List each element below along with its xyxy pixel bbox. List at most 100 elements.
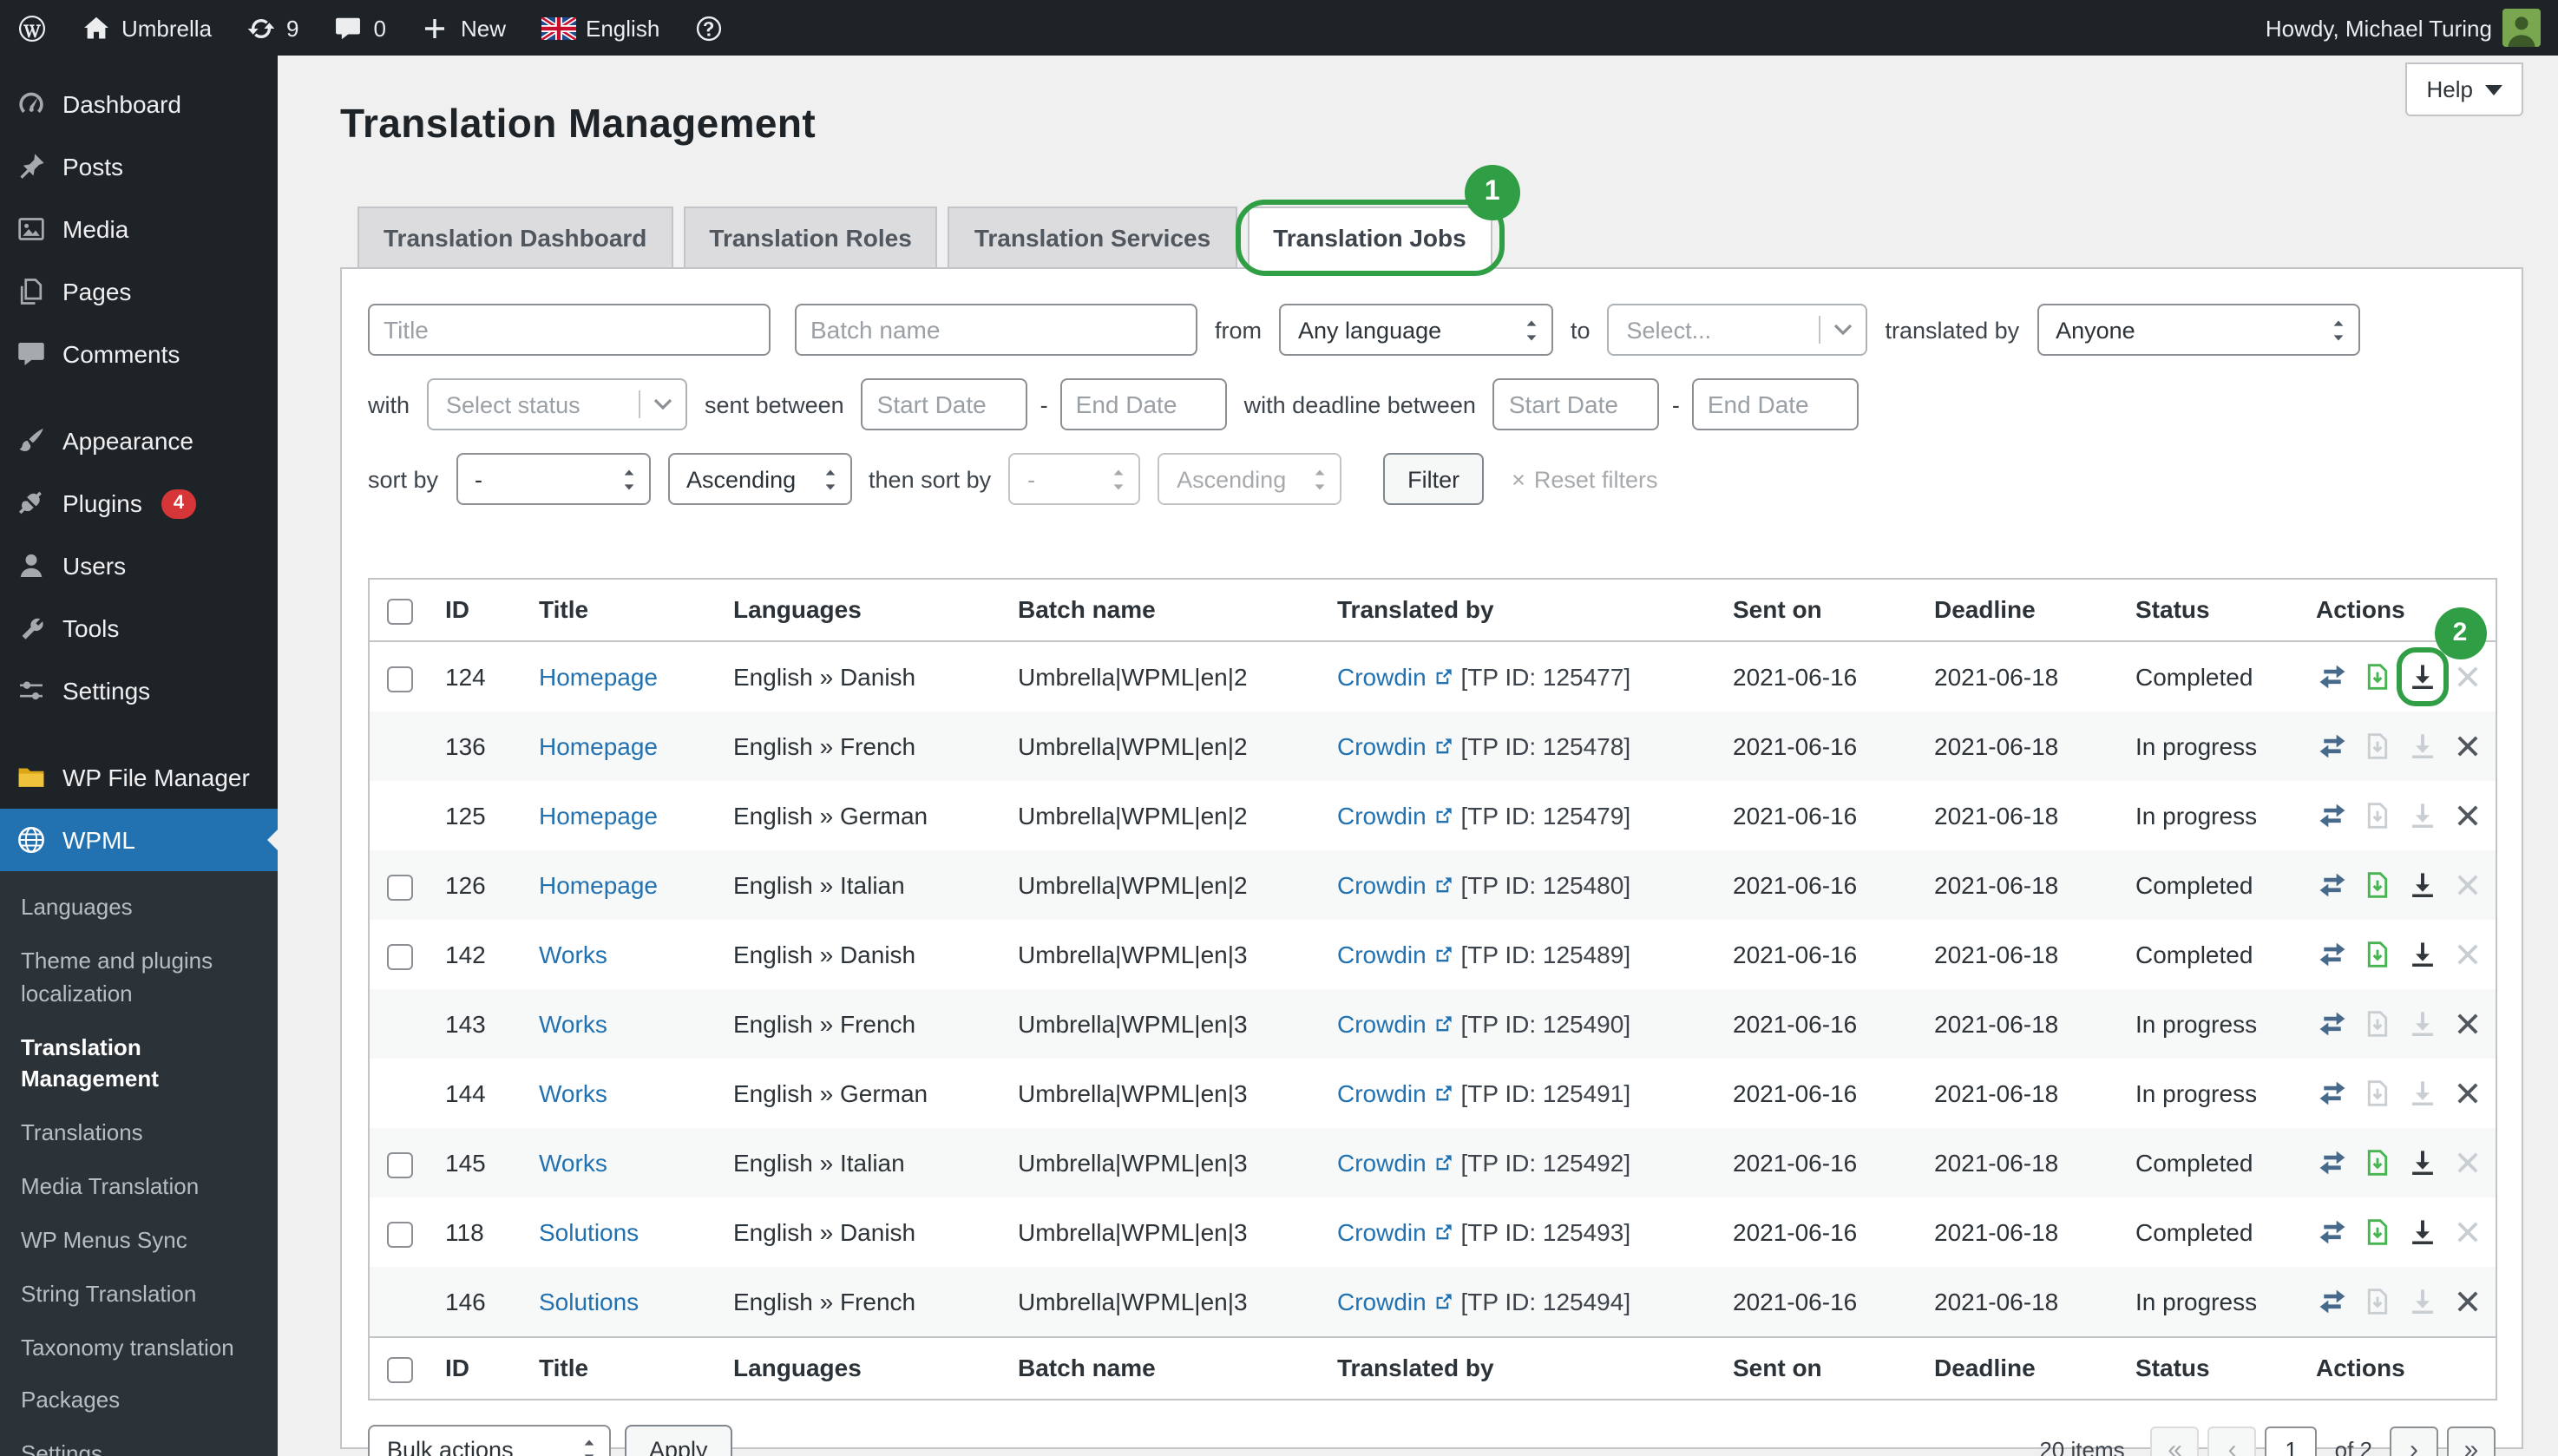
download-icon[interactable] (2406, 939, 2437, 970)
swap-icon[interactable] (2316, 1078, 2347, 1109)
account-menu[interactable]: Howdy, Michael Turing (2248, 0, 2558, 56)
sidebar-item-users[interactable]: Users (0, 535, 278, 597)
swap-icon[interactable] (2316, 869, 2347, 901)
help-button[interactable]: Help (2406, 62, 2524, 116)
next-page-button[interactable]: › (2390, 1426, 2438, 1456)
cancel-icon[interactable] (2451, 1286, 2483, 1317)
xliff-icon[interactable] (2361, 939, 2392, 970)
translated-by-select[interactable]: Anyone (2037, 304, 2359, 356)
translator-link[interactable]: Crowdin (1337, 663, 1427, 691)
cancel-icon[interactable] (2451, 1217, 2483, 1248)
filter-button[interactable]: Filter (1383, 453, 1484, 505)
sidebar-item-tools[interactable]: Tools (0, 597, 278, 659)
download-icon[interactable] (2406, 1147, 2437, 1178)
xliff-icon[interactable] (2361, 1147, 2392, 1178)
then-sort-direction-select[interactable]: Ascending (1158, 453, 1341, 505)
select-all-checkbox-footer[interactable] (387, 1356, 413, 1382)
last-page-button[interactable]: » (2447, 1426, 2496, 1456)
sidebar-item-plugins[interactable]: Plugins4 (0, 472, 278, 535)
sent-end-date-input[interactable] (1060, 378, 1227, 430)
job-title-link[interactable]: Homepage (539, 871, 658, 899)
job-title-link[interactable]: Works (539, 1079, 607, 1107)
sidebar-item-posts[interactable]: Posts (0, 135, 278, 198)
cancel-icon[interactable] (2451, 869, 2483, 901)
submenu-item-packages[interactable]: Packages (0, 1375, 278, 1429)
cancel-icon[interactable] (2451, 1078, 2483, 1109)
sidebar-item-wpml[interactable]: WPML (0, 809, 278, 871)
xliff-icon[interactable] (2361, 1286, 2392, 1317)
download-icon[interactable] (2406, 1217, 2437, 1248)
job-title-link[interactable]: Works (539, 941, 607, 968)
submenu-item-media-translation[interactable]: Media Translation (0, 1161, 278, 1215)
row-checkbox[interactable] (387, 943, 413, 969)
translator-link[interactable]: Crowdin (1337, 1288, 1427, 1315)
xliff-icon[interactable] (2361, 1008, 2392, 1040)
submenu-item-theme-and-plugins-localization[interactable]: Theme and plugins localization (0, 935, 278, 1021)
xliff-icon[interactable] (2361, 731, 2392, 762)
status-select[interactable]: Select status (427, 378, 687, 430)
xliff-icon[interactable] (2361, 661, 2392, 692)
job-title-link[interactable]: Homepage (539, 732, 658, 760)
from-language-select[interactable]: Any language (1279, 304, 1553, 356)
download-icon[interactable] (2406, 661, 2437, 692)
sidebar-item-comments[interactable]: Comments (0, 323, 278, 385)
batch-name-filter-input[interactable] (795, 304, 1197, 356)
updates-menu[interactable]: 9 (229, 0, 316, 56)
new-content-menu[interactable]: New (403, 0, 523, 56)
cancel-icon[interactable] (2451, 1147, 2483, 1178)
select-all-checkbox[interactable] (387, 599, 413, 625)
sort-direction-select[interactable]: Ascending (667, 453, 851, 505)
submenu-item-string-translation[interactable]: String Translation (0, 1269, 278, 1322)
comments-menu[interactable]: 0 (317, 0, 403, 56)
then-sort-by-select[interactable]: - (1008, 453, 1140, 505)
job-title-link[interactable]: Solutions (539, 1218, 639, 1246)
row-checkbox[interactable] (387, 874, 413, 900)
swap-icon[interactable] (2316, 731, 2347, 762)
tab-translation-jobs[interactable]: Translation Jobs1 (1247, 207, 1492, 269)
reset-filters-link[interactable]: × Reset filters (1512, 466, 1657, 492)
bulk-actions-select[interactable]: Bulk actions (368, 1424, 611, 1456)
sidebar-item-pages[interactable]: Pages (0, 260, 278, 323)
translator-link[interactable]: Crowdin (1337, 871, 1427, 899)
translator-link[interactable]: Crowdin (1337, 732, 1427, 760)
language-switcher[interactable]: English (523, 0, 677, 56)
sidebar-item-wp-file-manager[interactable]: WP File Manager (0, 746, 278, 809)
deadline-start-date-input[interactable] (1493, 378, 1660, 430)
title-filter-input[interactable] (368, 304, 771, 356)
download-icon[interactable] (2406, 800, 2437, 831)
swap-icon[interactable] (2316, 800, 2347, 831)
translator-link[interactable]: Crowdin (1337, 1218, 1427, 1246)
submenu-item-languages[interactable]: Languages (0, 882, 278, 935)
submenu-item-taxonomy-translation[interactable]: Taxonomy translation (0, 1322, 278, 1375)
submenu-item-translations[interactable]: Translations (0, 1107, 278, 1161)
cancel-icon[interactable] (2451, 731, 2483, 762)
wpml-help-menu[interactable] (677, 0, 741, 56)
translator-link[interactable]: Crowdin (1337, 1079, 1427, 1107)
tab-translation-dashboard[interactable]: Translation Dashboard (357, 207, 672, 269)
sidebar-item-appearance[interactable]: Appearance (0, 410, 278, 472)
download-icon[interactable] (2406, 1286, 2437, 1317)
wordpress-logo-menu[interactable] (0, 0, 64, 56)
swap-icon[interactable] (2316, 1286, 2347, 1317)
row-checkbox[interactable] (387, 1151, 413, 1177)
xliff-icon[interactable] (2361, 1217, 2392, 1248)
job-title-link[interactable]: Homepage (539, 802, 658, 830)
first-page-button[interactable]: « (2151, 1426, 2200, 1456)
job-title-link[interactable]: Homepage (539, 663, 658, 691)
submenu-item-settings[interactable]: Settings (0, 1429, 278, 1456)
translator-link[interactable]: Crowdin (1337, 1010, 1427, 1038)
sidebar-item-dashboard[interactable]: Dashboard (0, 73, 278, 135)
swap-icon[interactable] (2316, 1217, 2347, 1248)
swap-icon[interactable] (2316, 939, 2347, 970)
swap-icon[interactable] (2316, 1008, 2347, 1040)
sidebar-item-settings[interactable]: Settings (0, 659, 278, 722)
cancel-icon[interactable] (2451, 939, 2483, 970)
download-icon[interactable] (2406, 731, 2437, 762)
current-page-input[interactable] (2266, 1426, 2318, 1456)
row-checkbox[interactable] (387, 1221, 413, 1247)
xliff-icon[interactable] (2361, 1078, 2392, 1109)
apply-button[interactable]: Apply (625, 1424, 732, 1456)
to-language-select[interactable]: Select... (1608, 304, 1868, 356)
job-title-link[interactable]: Solutions (539, 1288, 639, 1315)
cancel-icon[interactable] (2451, 1008, 2483, 1040)
